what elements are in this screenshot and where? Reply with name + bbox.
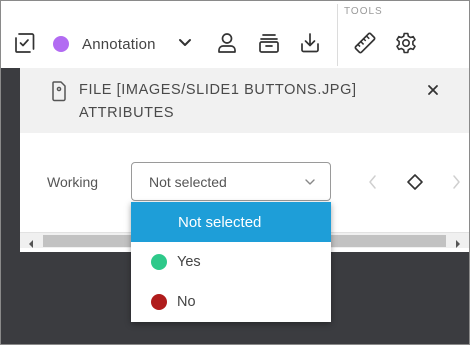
select-value: Not selected (149, 174, 227, 190)
file-tag-icon (50, 80, 68, 102)
attribute-label: Working (47, 174, 99, 190)
red-dot-icon (151, 294, 167, 310)
option-no[interactable]: No (131, 282, 331, 322)
chevron-right-icon[interactable] (449, 174, 463, 190)
mode-color-dot (53, 36, 69, 52)
user-icon[interactable] (216, 31, 238, 55)
gear-icon[interactable] (394, 31, 418, 55)
stack-icon[interactable] (257, 31, 281, 55)
toolbar: Annotation TOOLS (1, 1, 469, 68)
option-yes[interactable]: Yes (131, 242, 331, 282)
panel-header: FILE [IMAGES/SLIDE1 BUTTONS.JPG] ATTRIBU… (20, 68, 470, 133)
scroll-left-arrow-icon[interactable] (26, 236, 36, 248)
scroll-right-arrow-icon[interactable] (453, 236, 463, 248)
tools-section-label: TOOLS (344, 6, 383, 17)
panel-title: FILE [IMAGES/SLIDE1 BUTTONS.JPG] ATTRIBU… (79, 82, 357, 121)
option-label: Yes (177, 254, 201, 270)
close-icon[interactable] (424, 81, 442, 99)
toolbar-divider (337, 4, 338, 66)
download-icon[interactable] (299, 31, 321, 55)
option-not-selected[interactable]: Not selected (131, 202, 331, 242)
option-label: No (177, 294, 196, 310)
green-dot-icon (151, 254, 167, 270)
ruler-icon[interactable] (353, 31, 377, 55)
working-dropdown-list: Not selected Yes No (131, 202, 331, 322)
diamond-icon[interactable] (406, 173, 424, 191)
working-select[interactable]: Not selected (131, 162, 331, 201)
chevron-down-icon (303, 175, 317, 189)
chevron-left-icon[interactable] (366, 174, 380, 190)
checkbox-icon[interactable] (13, 32, 35, 54)
option-label: Not selected (178, 213, 262, 231)
mode-label: Annotation (82, 35, 156, 53)
mode-selector[interactable]: Annotation (53, 33, 156, 55)
chevron-down-icon[interactable] (175, 32, 195, 54)
